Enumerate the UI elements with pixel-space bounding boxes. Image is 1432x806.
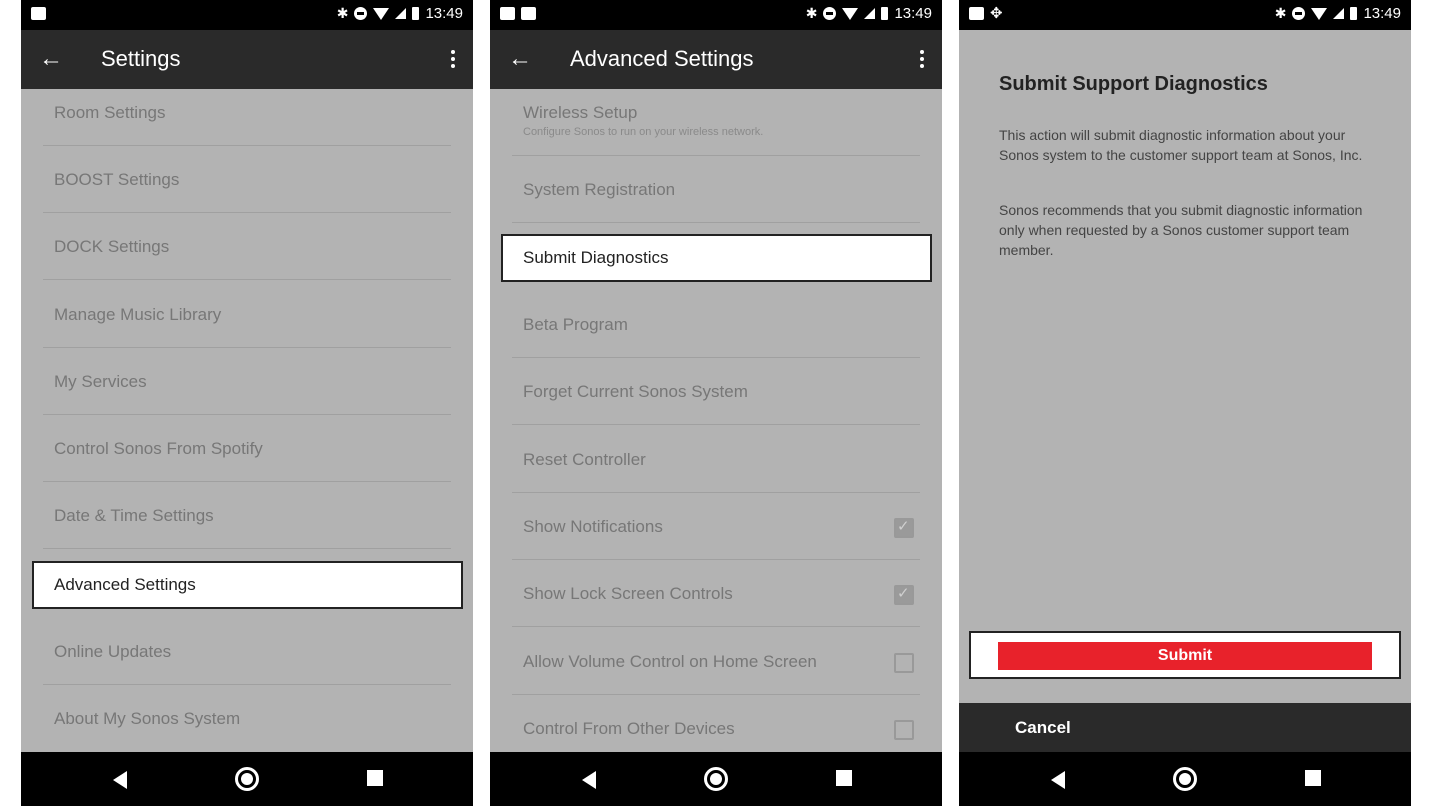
advanced-item-system-registration[interactable]: System Registration bbox=[512, 156, 920, 223]
list-item-label: Show Lock Screen Controls bbox=[523, 584, 733, 603]
list-item-label: Room Settings bbox=[54, 103, 166, 122]
settings-item-spotify[interactable]: Control Sonos From Spotify bbox=[43, 415, 451, 482]
bluetooth-icon: ✱ bbox=[1274, 5, 1287, 21]
clock: 13:49 bbox=[894, 5, 932, 22]
settings-item-room[interactable]: Room Settings bbox=[43, 79, 451, 146]
image-notification-icon bbox=[521, 7, 536, 20]
dialog-title: Submit Support Diagnostics bbox=[999, 73, 1268, 95]
advanced-item-lock-screen-controls[interactable]: Show Lock Screen Controls bbox=[512, 560, 920, 627]
volume-home-screen-checkbox[interactable] bbox=[894, 653, 914, 673]
status-bar: ✱ 13:49 bbox=[490, 0, 942, 30]
list-item-label: System Registration bbox=[523, 180, 676, 199]
signal-icon bbox=[864, 8, 876, 19]
list-item-label: Reset Controller bbox=[523, 450, 646, 469]
list-item-label: DOCK Settings bbox=[54, 237, 170, 256]
settings-item-music-library[interactable]: Manage Music Library bbox=[43, 281, 451, 348]
do-not-disturb-icon bbox=[823, 7, 837, 20]
bluetooth-icon: ✱ bbox=[805, 5, 818, 21]
dialog-paragraph: Sonos recommends that you submit diagnos… bbox=[999, 202, 1363, 258]
do-not-disturb-icon bbox=[354, 7, 368, 20]
battery-icon bbox=[881, 7, 889, 20]
submit-highlight-frame: Submit bbox=[969, 631, 1401, 679]
advanced-item-beta-program[interactable]: Beta Program bbox=[512, 291, 920, 358]
battery-icon bbox=[1350, 7, 1358, 20]
wifi-icon bbox=[373, 7, 390, 20]
submit-diagnostics-screen: ✥ ✱ 13:49 Submit Support Diagnostics Thi… bbox=[959, 0, 1411, 806]
advanced-item-show-notifications[interactable]: Show Notifications bbox=[512, 493, 920, 560]
app-bar: ← Advanced Settings bbox=[490, 30, 942, 89]
lock-screen-controls-checkbox[interactable] bbox=[894, 584, 914, 605]
settings-item-date-time[interactable]: Date & Time Settings bbox=[43, 482, 451, 549]
advanced-item-reset-controller[interactable]: Reset Controller bbox=[512, 426, 920, 493]
list-item-label: Advanced Settings bbox=[54, 575, 196, 594]
notification-icon bbox=[31, 7, 46, 20]
nav-recents-icon[interactable] bbox=[367, 770, 383, 786]
nav-bar bbox=[959, 752, 1411, 806]
list-item-label: Control Sonos From Spotify bbox=[54, 439, 263, 458]
list-item-sublabel: Configure Sonos to run on your wireless … bbox=[523, 126, 764, 138]
list-item-label: Show Notifications bbox=[523, 517, 663, 536]
settings-item-dock[interactable]: DOCK Settings bbox=[43, 213, 451, 280]
list-item-label: About My Sonos System bbox=[54, 709, 241, 728]
nav-recents-icon[interactable] bbox=[836, 770, 852, 786]
nav-home-icon[interactable] bbox=[1173, 767, 1197, 791]
nav-back-icon[interactable] bbox=[582, 771, 596, 789]
overflow-menu-icon[interactable] bbox=[920, 50, 924, 68]
signal-icon bbox=[1333, 8, 1345, 19]
cancel-button[interactable]: Cancel bbox=[1015, 718, 1071, 738]
settings-item-advanced[interactable]: Advanced Settings bbox=[32, 561, 463, 609]
list-item-label: Wireless Setup bbox=[523, 103, 638, 122]
back-arrow-icon[interactable]: ← bbox=[39, 45, 63, 73]
cancel-bar: Cancel bbox=[959, 703, 1411, 753]
list-item-label: Forget Current Sonos System bbox=[523, 382, 748, 401]
list-item-label: Online Updates bbox=[54, 642, 172, 661]
advanced-item-volume-home-screen[interactable]: Allow Volume Control on Home Screen bbox=[512, 628, 920, 695]
status-bar: ✱ 13:49 bbox=[21, 0, 473, 30]
notification-icon bbox=[500, 7, 515, 20]
back-arrow-icon[interactable]: ← bbox=[508, 45, 532, 73]
advanced-item-wireless-setup[interactable]: Wireless Setup Configure Sonos to run on… bbox=[512, 89, 920, 156]
list-item-label: Control From Other Devices bbox=[523, 719, 735, 738]
sync-icon: ✥ bbox=[990, 5, 1003, 22]
show-notifications-checkbox[interactable] bbox=[894, 517, 914, 538]
advanced-item-forget-system[interactable]: Forget Current Sonos System bbox=[512, 358, 920, 425]
list-item-label: Allow Volume Control on Home Screen bbox=[523, 652, 817, 671]
list-item-label: BOOST Settings bbox=[54, 170, 180, 189]
bluetooth-icon: ✱ bbox=[336, 5, 349, 21]
do-not-disturb-icon bbox=[1292, 7, 1306, 20]
advanced-settings-screen: ✱ 13:49 ← Advanced Settings Wireless Set… bbox=[490, 0, 942, 806]
nav-bar bbox=[21, 752, 473, 806]
status-bar: ✥ ✱ 13:49 bbox=[959, 0, 1411, 30]
settings-item-online-updates[interactable]: Online Updates bbox=[43, 618, 451, 685]
dialog-paragraph: This action will submit diagnostic infor… bbox=[999, 127, 1363, 163]
battery-icon bbox=[412, 7, 420, 20]
clock: 13:49 bbox=[1363, 5, 1401, 22]
nav-bar bbox=[490, 752, 942, 806]
page-title: Advanced Settings bbox=[570, 46, 754, 71]
list-item-label: Beta Program bbox=[523, 315, 628, 334]
settings-item-my-services[interactable]: My Services bbox=[43, 348, 451, 415]
nav-recents-icon[interactable] bbox=[1305, 770, 1321, 786]
overflow-menu-icon[interactable] bbox=[451, 50, 455, 68]
settings-screen: ✱ 13:49 ← Settings Room Settings BOOST S… bbox=[21, 0, 473, 806]
page-title: Settings bbox=[101, 46, 181, 71]
control-other-devices-checkbox[interactable] bbox=[894, 720, 914, 740]
list-item-label: Submit Diagnostics bbox=[523, 248, 669, 267]
list-item-label: Manage Music Library bbox=[54, 305, 222, 324]
list-item-label: My Services bbox=[54, 372, 147, 391]
nav-back-icon[interactable] bbox=[113, 771, 127, 789]
advanced-item-submit-diagnostics[interactable]: Submit Diagnostics bbox=[501, 234, 932, 282]
clock: 13:49 bbox=[425, 5, 463, 22]
settings-item-about[interactable]: About My Sonos System bbox=[43, 685, 451, 751]
settings-item-boost[interactable]: BOOST Settings bbox=[43, 146, 451, 213]
nav-back-icon[interactable] bbox=[1051, 771, 1065, 789]
nav-home-icon[interactable] bbox=[704, 767, 728, 791]
signal-icon bbox=[395, 8, 407, 19]
list-item-label: Date & Time Settings bbox=[54, 506, 214, 525]
wifi-icon bbox=[1311, 7, 1328, 20]
nav-home-icon[interactable] bbox=[235, 767, 259, 791]
image-notification-icon bbox=[969, 7, 984, 20]
wifi-icon bbox=[842, 7, 859, 20]
submit-button[interactable]: Submit bbox=[998, 642, 1372, 670]
